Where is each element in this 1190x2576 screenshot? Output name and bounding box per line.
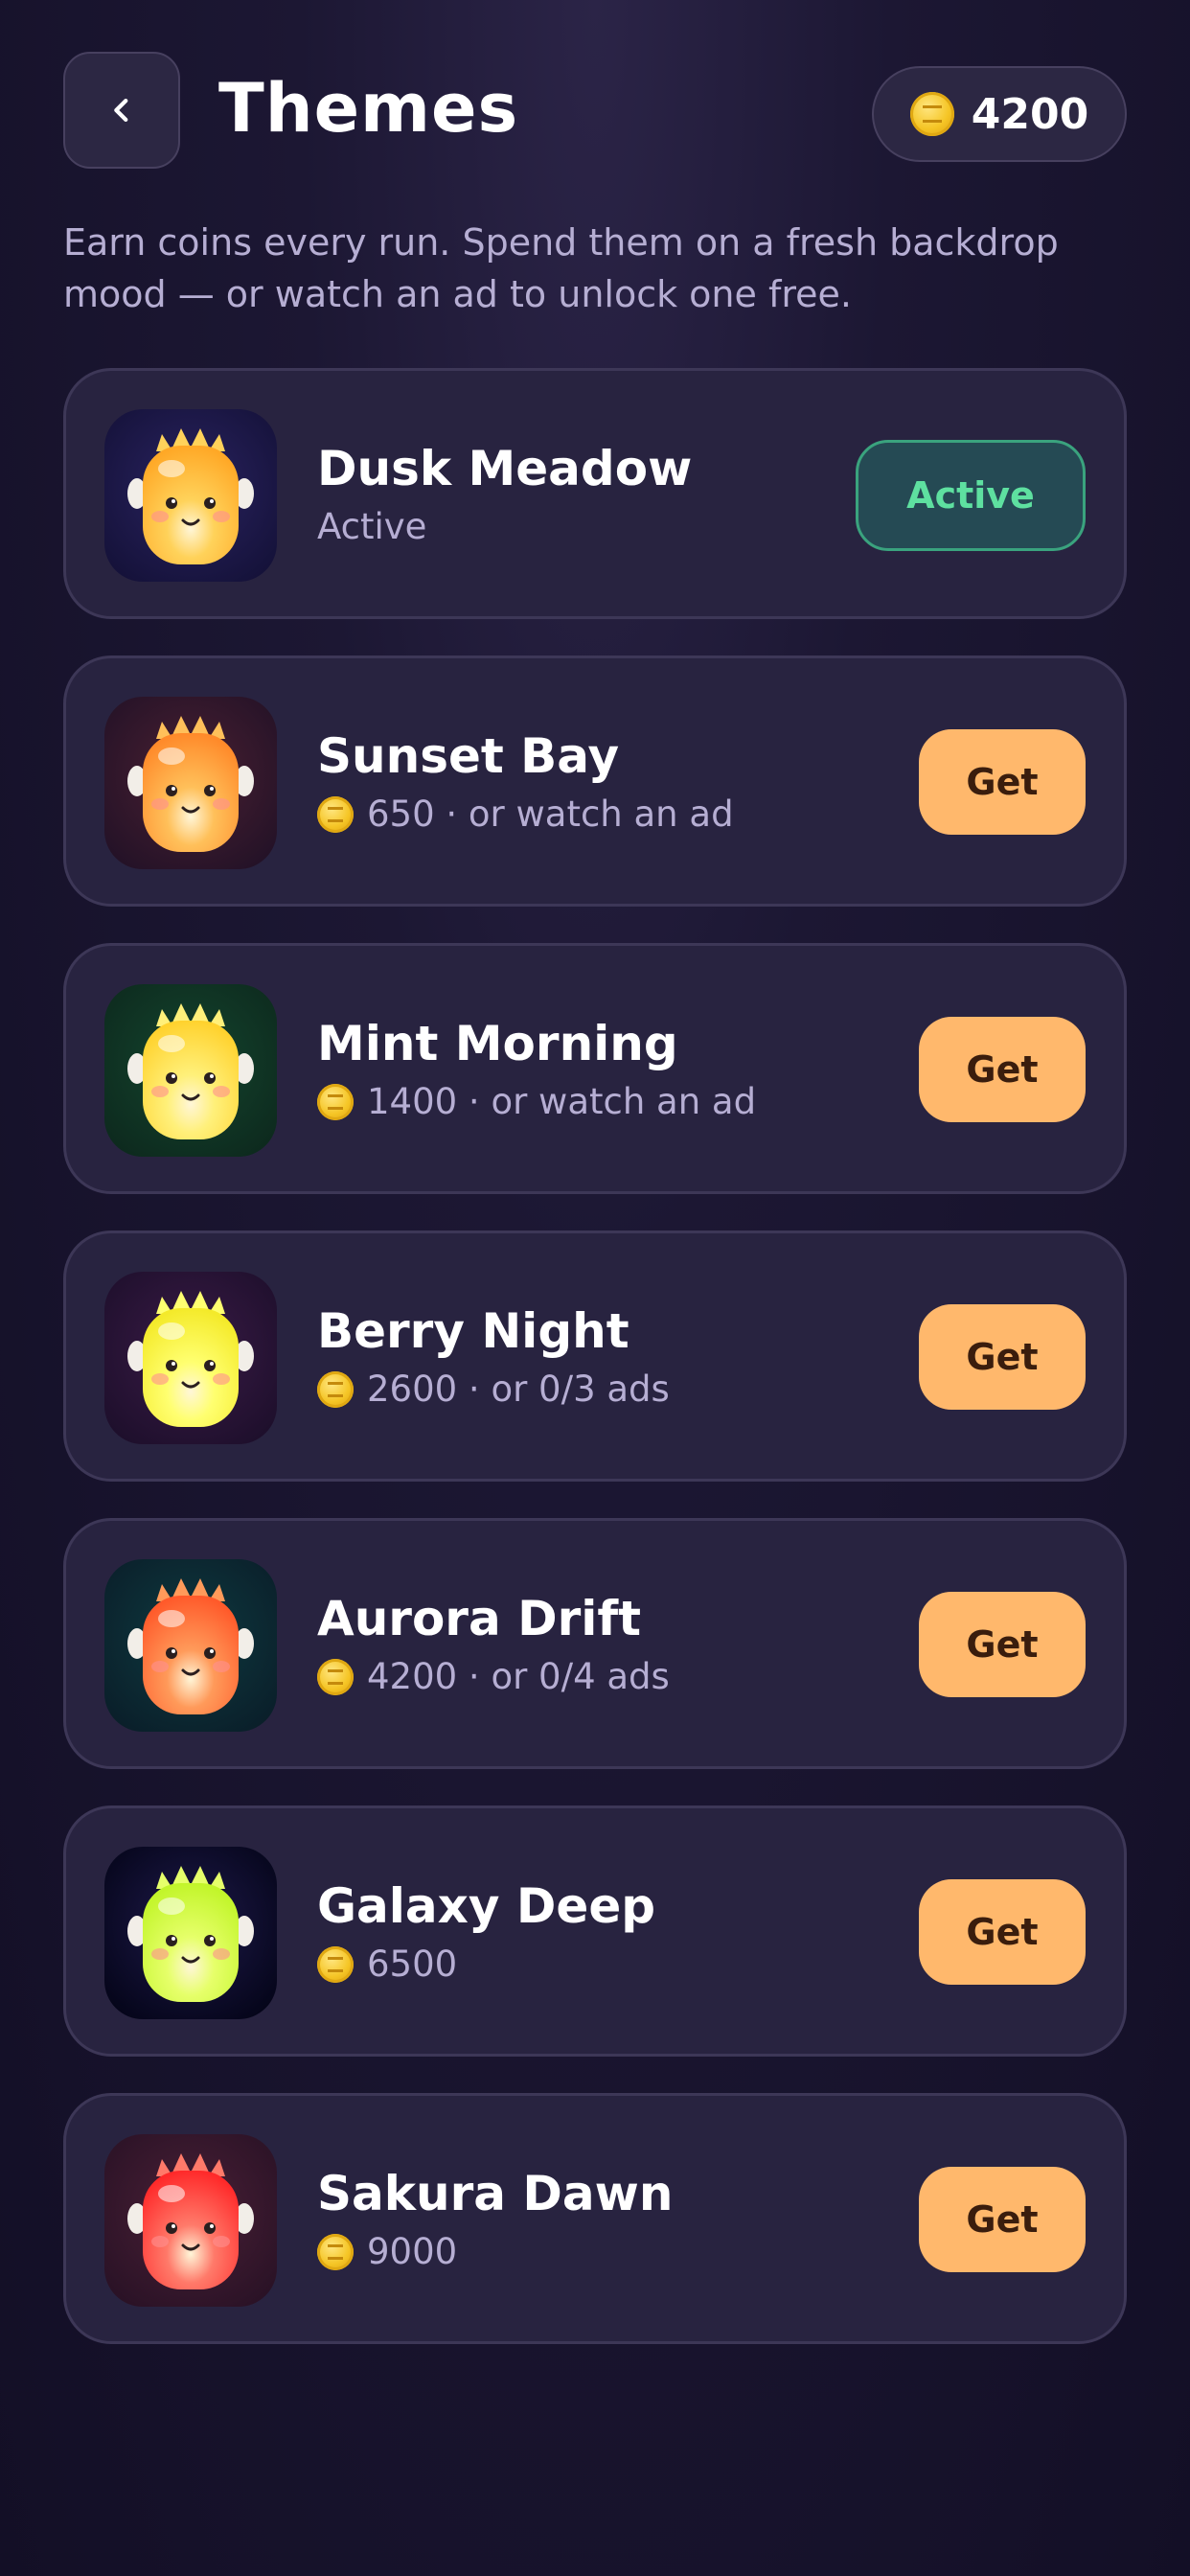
chevron-left-icon: [114, 98, 128, 123]
coin-balance-value: 4200: [971, 89, 1089, 139]
mascot-icon: [104, 984, 277, 1157]
theme-card[interactable]: Sunset Bay 650 · or watch an ad Get: [63, 656, 1127, 907]
theme-preview: [104, 1847, 277, 2019]
theme-card[interactable]: Dusk Meadow Active Active: [63, 368, 1127, 619]
theme-name: Aurora Drift: [317, 1591, 642, 1646]
get-button[interactable]: Get: [919, 1879, 1086, 1985]
coin-icon: [909, 92, 954, 136]
theme-preview: [104, 2134, 277, 2307]
mascot-icon: [104, 409, 277, 582]
theme-preview: [104, 984, 277, 1157]
coin-icon: [317, 1946, 354, 1983]
back-button[interactable]: [63, 52, 180, 169]
theme-price: 650 · or watch an ad: [317, 791, 734, 839]
get-button[interactable]: Get: [919, 2167, 1086, 2272]
theme-preview: [104, 409, 277, 582]
mascot-icon: [104, 1559, 277, 1732]
page-subtitle: Earn coins every run. Spend them on a fr…: [63, 221, 1059, 315]
theme-name: Dusk Meadow: [317, 441, 693, 496]
theme-name: Galaxy Deep: [317, 1878, 656, 1934]
theme-price-value: 4200 · or 0/4 ads: [367, 1656, 670, 1697]
coin-icon: [317, 796, 354, 833]
mascot-icon: [104, 1847, 277, 2019]
theme-price-value: 6500: [367, 1944, 458, 1985]
theme-card[interactable]: Aurora Drift 4200 · or 0/4 ads Get: [63, 1518, 1127, 1769]
theme-preview: [104, 1272, 277, 1444]
theme-card[interactable]: Mint Morning 1400 · or watch an ad Get: [63, 943, 1127, 1194]
theme-price-value: 650 · or watch an ad: [367, 794, 734, 835]
theme-card[interactable]: Galaxy Deep 6500 Get: [63, 1806, 1127, 2057]
theme-price: 2600 · or 0/3 ads: [317, 1366, 670, 1414]
theme-price: 6500: [317, 1941, 457, 1989]
coin-icon: [317, 1084, 354, 1120]
active-button[interactable]: Active: [856, 440, 1086, 551]
theme-card[interactable]: Sakura Dawn 9000 Get: [63, 2093, 1127, 2344]
theme-name: Sunset Bay: [317, 728, 620, 784]
theme-price-value: 1400 · or watch an ad: [367, 1081, 757, 1122]
theme-card[interactable]: Berry Night 2600 · or 0/3 ads Get: [63, 1230, 1127, 1482]
mascot-icon: [104, 1272, 277, 1444]
theme-price: 1400 · or watch an ad: [317, 1078, 756, 1126]
theme-name: Berry Night: [317, 1303, 629, 1359]
get-button[interactable]: Get: [919, 1592, 1086, 1697]
theme-price-value: 9000: [367, 2231, 458, 2272]
theme-name: Sakura Dawn: [317, 2166, 674, 2221]
theme-price: Active: [317, 503, 426, 551]
coin-icon: [317, 1371, 354, 1408]
coin-icon: [317, 2234, 354, 2270]
theme-preview: [104, 1559, 277, 1732]
theme-price-value: 2600 · or 0/3 ads: [367, 1368, 670, 1410]
page-title: Themes: [218, 69, 519, 148]
header: Themes 4200: [63, 52, 1127, 171]
theme-name: Mint Morning: [317, 1016, 678, 1071]
theme-preview: [104, 697, 277, 869]
get-button[interactable]: Get: [919, 729, 1086, 835]
theme-price: 9000: [317, 2228, 457, 2276]
mascot-icon: [104, 2134, 277, 2307]
theme-status: Active: [317, 506, 427, 547]
coin-balance: 4200: [872, 66, 1127, 162]
get-button[interactable]: Get: [919, 1304, 1086, 1410]
theme-price: 4200 · or 0/4 ads: [317, 1653, 670, 1701]
mascot-icon: [104, 697, 277, 869]
get-button[interactable]: Get: [919, 1017, 1086, 1122]
coin-icon: [317, 1659, 354, 1695]
